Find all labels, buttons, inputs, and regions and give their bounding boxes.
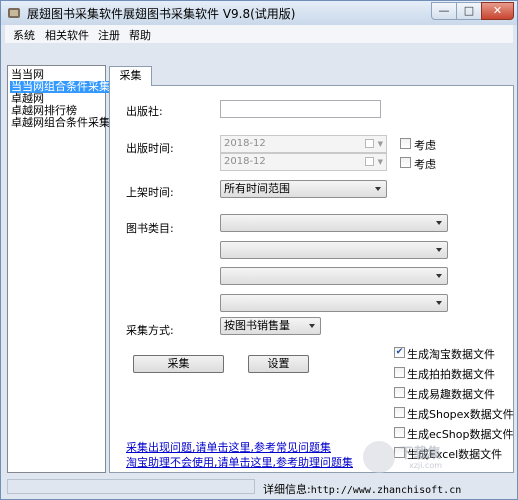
chevron-down-icon: [309, 324, 315, 328]
category-select-2[interactable]: [220, 241, 448, 259]
chevron-down-icon: [375, 187, 381, 191]
chevron-down-icon: [436, 221, 442, 225]
method-value: 按图书销售量: [224, 319, 290, 332]
title-bar[interactable]: 展翅图书采集软件展翅图书采集软件 V9.8(试用版) — □ ✕: [1, 1, 517, 25]
category-select-4[interactable]: [220, 294, 448, 312]
publish-time-label: 出版时间:: [126, 142, 174, 155]
option-checkbox-excel[interactable]: [394, 447, 405, 458]
option-checkbox-paipai[interactable]: [394, 367, 405, 378]
method-label: 采集方式:: [126, 324, 174, 337]
publish-time-to-value: 2018-12: [224, 156, 266, 167]
shelf-time-select[interactable]: 所有时间范围: [220, 180, 387, 198]
chevron-down-icon: [436, 248, 442, 252]
option-checkbox-ecshop[interactable]: [394, 427, 405, 438]
collect-button[interactable]: 采集: [133, 355, 224, 373]
tab-collect[interactable]: 采集: [109, 66, 152, 86]
consider-checkbox-1[interactable]: [400, 138, 411, 149]
status-url: http://www.zhanchisoft.cn: [310, 485, 462, 496]
publish-time-to-picker[interactable]: 2018-12 ▼: [220, 153, 387, 171]
category-select-1[interactable]: [220, 214, 448, 232]
option-label-paipai: 生成拍拍数据文件: [407, 368, 495, 381]
publisher-label: 出版社:: [126, 105, 163, 118]
option-label-yiqu: 生成易趣数据文件: [407, 388, 495, 401]
method-select[interactable]: 按图书销售量: [220, 317, 321, 335]
chevron-down-icon: [436, 274, 442, 278]
option-label-ecshop: 生成ecShop数据文件: [407, 428, 514, 441]
status-cell-left: [7, 479, 255, 494]
shelf-time-label: 上架时间:: [126, 186, 174, 199]
option-label-shopex: 生成Shopex数据文件: [407, 408, 514, 421]
window-title: 展翅图书采集软件展翅图书采集软件 V9.8(试用版): [27, 7, 296, 21]
consider-checkbox-2[interactable]: [400, 157, 411, 168]
category-select-3[interactable]: [220, 267, 448, 285]
chevron-down-icon: ▼: [377, 158, 383, 166]
minimize-button[interactable]: —: [431, 2, 457, 20]
problem-help-link[interactable]: 采集出现问题,请单击这里,参考常见问题集: [126, 439, 331, 455]
settings-button[interactable]: 设置: [248, 355, 309, 373]
calendar-icon: [365, 139, 374, 148]
site-tree: 当当网 当当网组合条件采集 卓越网 卓越网排行榜 卓越网组合条件采集: [7, 65, 111, 473]
option-checkbox-shopex[interactable]: [394, 407, 405, 418]
option-label-taobao: 生成淘宝数据文件: [407, 348, 495, 361]
menu-bar: 系统 相关软件 注册 帮助: [5, 25, 513, 43]
assistant-help-link[interactable]: 淘宝助理不会使用,请单击这里,参考助理问题集: [126, 454, 353, 470]
calendar-icon: [365, 157, 374, 166]
consider-label-1: 考虑: [414, 139, 436, 152]
close-button[interactable]: ✕: [481, 2, 514, 20]
status-label: 详细信息:: [263, 483, 311, 496]
chevron-down-icon: [436, 301, 442, 305]
option-checkbox-taobao[interactable]: ✔: [394, 347, 405, 358]
publish-time-from-picker[interactable]: 2018-12 ▼: [220, 135, 387, 153]
menu-register[interactable]: 注册: [98, 27, 120, 43]
chevron-down-icon: ▼: [377, 140, 383, 148]
status-bar: 详细信息:http://www.zhanchisoft.cn: [5, 477, 513, 497]
app-window: 展翅图书采集软件展翅图书采集软件 V9.8(试用版) — □ ✕ 系统 相关软件…: [0, 0, 518, 500]
maximize-button[interactable]: □: [456, 2, 482, 20]
menu-help[interactable]: 帮助: [129, 27, 151, 43]
menu-related-software[interactable]: 相关软件: [45, 27, 89, 43]
collect-panel: 出版社: 出版时间: 2018-12 ▼ 考虑 2018-12 ▼ 考虑 上架时…: [109, 85, 514, 473]
publisher-input[interactable]: [220, 100, 381, 118]
menu-system[interactable]: 系统: [13, 27, 35, 43]
app-icon: [8, 8, 20, 18]
shelf-time-value: 所有时间范围: [224, 182, 290, 195]
publish-time-from-value: 2018-12: [224, 138, 266, 149]
option-checkbox-yiqu[interactable]: [394, 387, 405, 398]
consider-label-2: 考虑: [414, 158, 436, 171]
category-label: 图书类目:: [126, 222, 174, 235]
status-info: 详细信息:http://www.zhanchisoft.cn: [263, 481, 461, 497]
option-label-excel: 生成Excel数据文件: [407, 448, 503, 461]
tree-item-joyo-combo[interactable]: 卓越网组合条件采集: [10, 117, 111, 129]
